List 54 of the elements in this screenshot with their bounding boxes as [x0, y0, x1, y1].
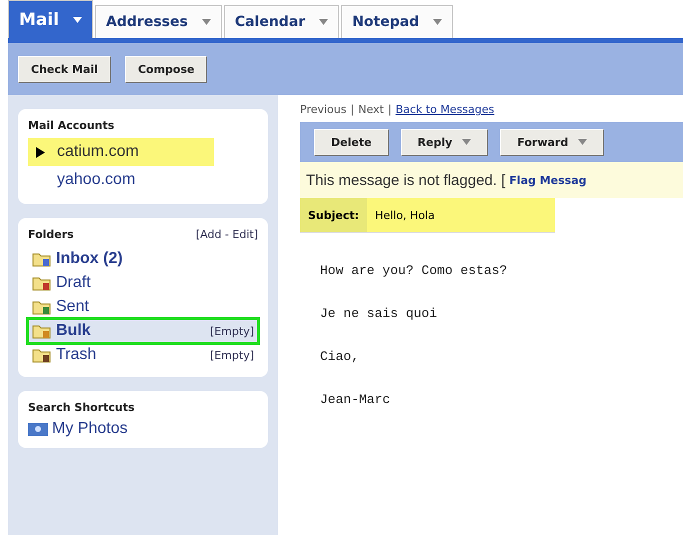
- caret-icon: [578, 139, 588, 145]
- account-item[interactable]: yahoo.com: [28, 166, 214, 194]
- folder-name: Trash: [56, 346, 96, 364]
- folder-name: Draft: [56, 274, 91, 292]
- message-line: Jean-Marc: [320, 392, 392, 407]
- folder-item[interactable]: Trash [Empty]: [28, 343, 258, 367]
- folder-icon: [32, 299, 52, 315]
- tab[interactable]: Addresses: [95, 5, 222, 38]
- folder-item[interactable]: Sent: [28, 295, 258, 319]
- folder-name: Inbox (2): [56, 250, 123, 268]
- caret-icon: [462, 139, 472, 145]
- folder-name: Sent: [56, 298, 89, 316]
- caret-icon: [202, 19, 211, 25]
- next-link[interactable]: Next: [358, 103, 384, 116]
- caret-icon: [433, 19, 442, 25]
- folder-item[interactable]: Inbox (2): [28, 247, 258, 271]
- empty-link[interactable]: [Empty]: [210, 348, 254, 362]
- add-edit-link[interactable]: [Add - Edit]: [196, 228, 258, 241]
- previous-link[interactable]: Previous: [300, 103, 346, 116]
- message-line: How are you? Como estas?: [320, 263, 508, 278]
- pointer-icon: [36, 146, 45, 158]
- toolbar-button[interactable]: Check Mail: [18, 56, 111, 82]
- card-title: Mail Accounts: [28, 119, 114, 132]
- flag-status: This message is not flagged. [: [306, 172, 506, 188]
- subject-value: Hello, Hola: [374, 208, 435, 222]
- separator: |: [388, 103, 392, 116]
- subject-label: Subject:: [300, 198, 368, 232]
- message-button[interactable]: Delete: [314, 128, 389, 156]
- folder-icon: [32, 347, 52, 363]
- folder-item[interactable]: Draft: [28, 271, 258, 295]
- photo-folder-icon: [28, 422, 48, 436]
- message-line: Je ne sais quoi: [320, 306, 438, 321]
- shortcut-link[interactable]: My Photos: [52, 420, 128, 438]
- message-line: Ciao,: [320, 349, 360, 364]
- back-link[interactable]: Back to Messages: [396, 103, 494, 116]
- folder-icon: [32, 251, 52, 267]
- caret-icon: [73, 16, 82, 22]
- empty-link[interactable]: [Empty]: [210, 324, 254, 338]
- tab[interactable]: Mail: [8, 0, 94, 38]
- tab[interactable]: Notepad: [341, 5, 454, 38]
- message-button[interactable]: Forward: [500, 128, 604, 156]
- folder-item[interactable]: Bulk [Empty]: [28, 319, 258, 343]
- card-title: Search Shortcuts: [28, 401, 135, 414]
- folder-icon: [32, 323, 52, 339]
- message-button[interactable]: Reply: [400, 128, 488, 156]
- account-item[interactable]: catium.com: [28, 138, 214, 166]
- caret-icon: [319, 19, 328, 25]
- card-title: Folders: [28, 228, 74, 241]
- folder-name: Bulk: [56, 322, 91, 340]
- flag-link[interactable]: Flag Messag: [509, 174, 586, 186]
- folder-icon: [32, 275, 52, 291]
- separator: |: [350, 103, 354, 116]
- toolbar-button[interactable]: Compose: [124, 56, 208, 82]
- tab[interactable]: Calendar: [224, 5, 340, 38]
